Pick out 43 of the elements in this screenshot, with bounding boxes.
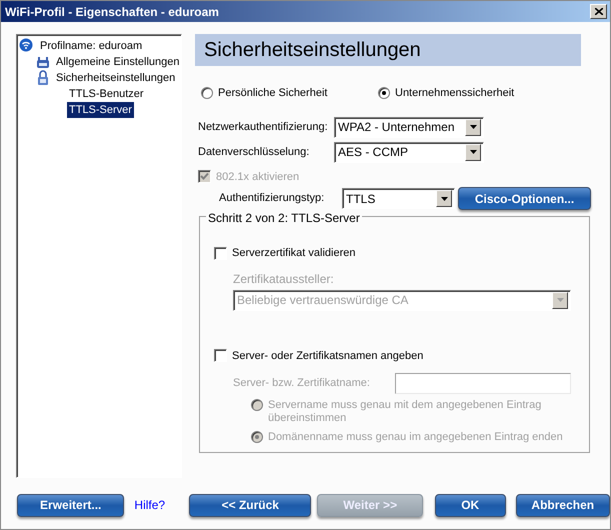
checkbox-label: Server- oder Zertifikatsnamen angeben	[232, 348, 424, 364]
dropdown[interactable]: WPA2 - Unternehmen	[334, 116, 484, 138]
checkbox[interactable]	[214, 349, 227, 362]
dropdown-arrow-icon	[470, 150, 476, 154]
tree-item[interactable]: Profilname: eduroam	[38, 38, 144, 54]
field-label: Server- bzw. Zertifikatname:	[233, 376, 371, 392]
wifi-icon	[19, 38, 35, 54]
help-link[interactable]: Hilfe?	[134, 496, 166, 514]
field-label: Authentifizierungstyp:	[219, 191, 326, 206]
advanced-button[interactable]: Erweitert...	[17, 494, 124, 516]
dropdown: Beliebige vertrauenswürdige CA	[233, 290, 571, 310]
radio-label: Domänenname muss genau im angegebenen Eintrag enden	[268, 431, 564, 444]
dialog-button[interactable]: << Zurück	[189, 494, 312, 516]
dialog-button[interactable]: OK	[434, 494, 506, 516]
radio-label: Servername muss genau mit dem angegebenen Eintrag übereinstimmen	[268, 399, 542, 425]
dialog-button: Weiter >>	[317, 494, 423, 516]
radio-label: Persönliche Sicherheit	[218, 86, 328, 101]
lock-icon	[35, 70, 51, 86]
dropdown-arrow-icon	[470, 125, 476, 129]
checkbox-label: 802.1x aktivieren	[216, 170, 300, 184]
dropdown[interactable]: AES - CCMP	[334, 142, 484, 162]
close-button[interactable]	[590, 4, 607, 19]
field-label: Zertifikataussteller:	[233, 270, 335, 288]
checkbox-label: Serverzertifikat validieren	[232, 246, 356, 261]
cisco-options-button[interactable]: Cisco-Optionen...	[458, 187, 591, 210]
checkbox[interactable]	[214, 246, 227, 260]
radio-button[interactable]	[378, 87, 390, 100]
window-title: WiFi-Profil - Eigenschaften - eduroam	[5, 4, 219, 20]
tree-item[interactable]: Allgemeine Einstellungen	[54, 54, 182, 70]
tree-item[interactable]: TTLS-Server	[67, 102, 134, 118]
field-label: Datenverschlüsselung:	[198, 144, 310, 160]
radio-label: Unternehmenssicherheit	[395, 86, 514, 101]
field-label: Netzwerkauthentifizierung:	[198, 120, 329, 135]
dropdown-arrow-icon	[556, 298, 564, 302]
dropdown[interactable]: TTLS	[342, 188, 455, 209]
network-icon	[35, 54, 51, 70]
tree-item[interactable]: Sicherheitseinstellungen	[54, 70, 178, 86]
close-icon	[594, 8, 602, 15]
page-header: Sicherheitseinstellungen	[195, 34, 581, 66]
dropdown-arrow-icon	[440, 196, 448, 200]
tree-item[interactable]: TTLS-Benutzer	[67, 86, 146, 102]
radio-button[interactable]	[201, 87, 213, 100]
dialog-button[interactable]: Abbrechen	[516, 494, 610, 516]
